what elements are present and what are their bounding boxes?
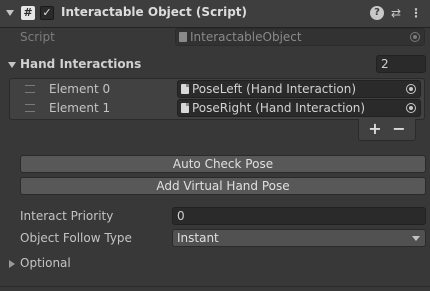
script-icon: # <box>21 6 35 20</box>
script-field: InteractableObject <box>175 28 425 46</box>
interact-priority-label: Interact Priority <box>20 209 114 223</box>
element-0-field[interactable]: PoseLeft (Hand Interaction) <box>177 80 421 98</box>
element-1-value: PoseRight (Hand Interaction) <box>192 101 366 115</box>
chevron-down-icon <box>412 236 420 241</box>
hand-interactions-foldout-icon[interactable] <box>8 62 16 68</box>
add-virtual-hand-pose-button[interactable]: Add Virtual Hand Pose <box>20 177 426 195</box>
component-header[interactable]: # ✓ Interactable Object (Script) ? ⇄ ⋮ <box>0 0 430 28</box>
auto-check-pose-button[interactable]: Auto Check Pose <box>20 155 426 173</box>
element-1-label: Element 1 <box>49 101 111 115</box>
element-0-label: Element 0 <box>49 82 111 96</box>
context-menu-icon[interactable]: ⋮ <box>409 6 423 20</box>
remove-element-button[interactable]: − <box>389 120 409 138</box>
foldout-arrow-icon[interactable] <box>6 10 14 16</box>
optional-foldout-label[interactable]: Optional <box>20 256 71 270</box>
object-follow-type-value: Instant <box>177 231 219 245</box>
object-follow-type-label: Object Follow Type <box>20 231 132 245</box>
script-asset-icon <box>181 103 189 113</box>
object-picker-icon[interactable] <box>406 103 416 113</box>
hand-interactions-label[interactable]: Hand Interactions <box>20 57 141 71</box>
presets-icon[interactable]: ⇄ <box>389 6 403 20</box>
divider <box>0 286 430 287</box>
object-picker-icon <box>410 32 420 42</box>
optional-foldout-icon[interactable] <box>9 260 15 268</box>
component-enabled-checkbox[interactable]: ✓ <box>40 6 54 20</box>
element-1-field[interactable]: PoseRight (Hand Interaction) <box>177 99 421 117</box>
component-title: Interactable Object (Script) <box>61 5 248 19</box>
drag-handle-icon[interactable] <box>25 104 35 112</box>
script-label: Script <box>20 30 55 44</box>
help-icon[interactable]: ? <box>370 6 384 20</box>
interact-priority-field[interactable]: 0 <box>172 207 426 225</box>
add-element-button[interactable]: + <box>365 120 385 138</box>
script-field-value: InteractableObject <box>190 30 302 44</box>
script-asset-icon <box>181 84 189 94</box>
element-0-value: PoseLeft (Hand Interaction) <box>192 82 357 96</box>
script-asset-icon <box>179 32 187 42</box>
list-footer: + − <box>358 119 416 141</box>
hand-interactions-count-field[interactable]: 2 <box>376 55 426 73</box>
drag-handle-icon[interactable] <box>25 85 35 93</box>
object-follow-type-dropdown[interactable]: Instant <box>172 229 426 247</box>
object-picker-icon[interactable] <box>406 84 416 94</box>
